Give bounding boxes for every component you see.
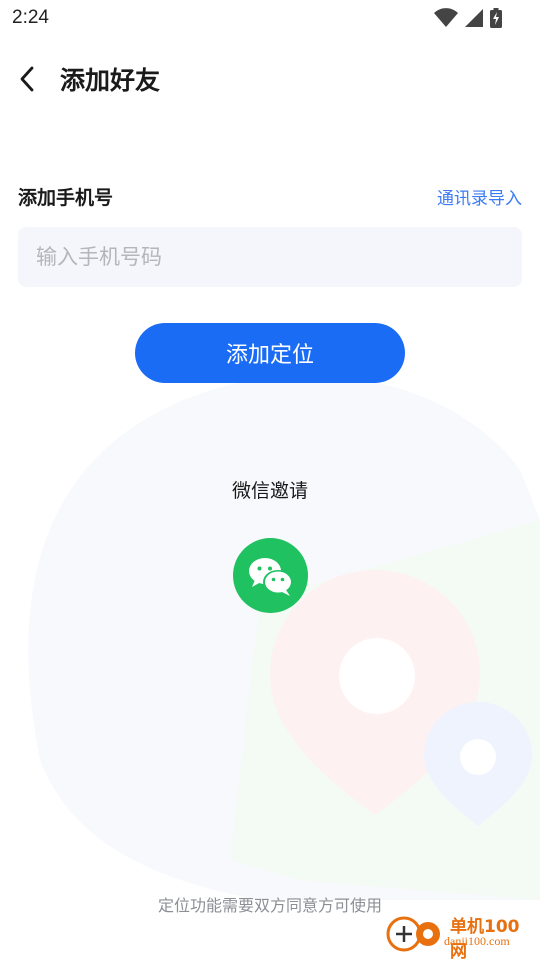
- status-time: 2:24: [12, 7, 49, 28]
- phone-number-input[interactable]: [18, 227, 522, 287]
- wifi-icon: [434, 8, 458, 27]
- wechat-icon: [248, 557, 293, 596]
- app-header: 添加好友: [0, 50, 540, 108]
- status-bar: 2:24: [0, 0, 540, 36]
- battery-charging-icon: [490, 8, 502, 28]
- back-button[interactable]: [10, 60, 44, 98]
- add-location-button[interactable]: 添加定位: [135, 323, 405, 383]
- add-phone-label: 添加手机号: [18, 187, 114, 209]
- site-watermark: 单机100网 danji100.com: [386, 910, 536, 962]
- status-icons: [434, 8, 502, 28]
- wechat-invite-label: 微信邀请: [231, 480, 308, 502]
- cellular-signal-icon: [465, 9, 483, 27]
- watermark-logo-icon: [386, 916, 440, 952]
- chevron-left-icon: [20, 66, 34, 92]
- page-title: 添加好友: [60, 66, 161, 95]
- watermark-url: danji100.com: [444, 934, 510, 948]
- wechat-invite-button[interactable]: [233, 538, 308, 613]
- import-contacts-link[interactable]: 通讯录导入: [437, 184, 522, 209]
